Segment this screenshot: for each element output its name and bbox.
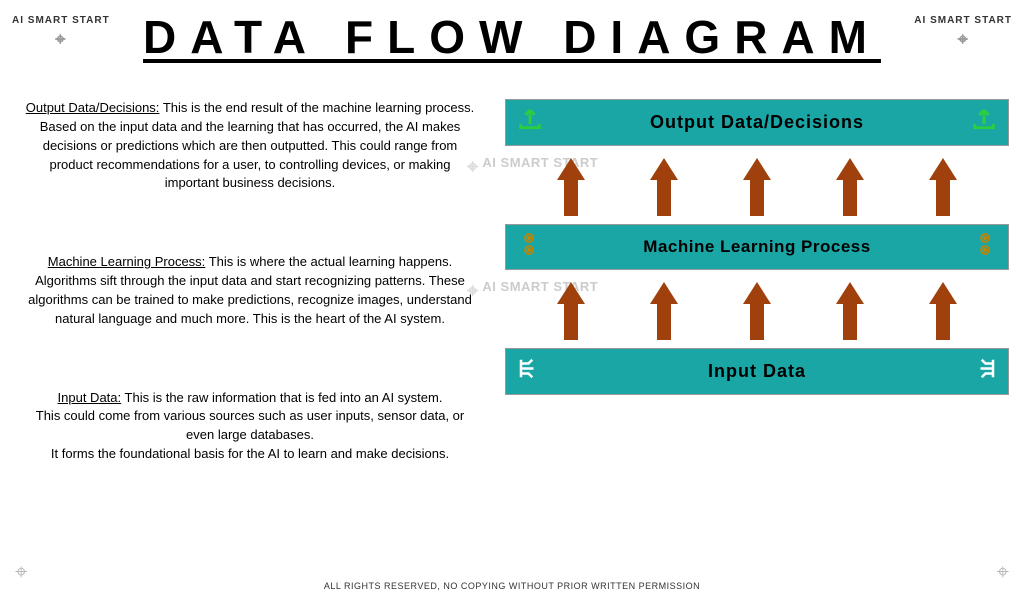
up-arrow-icon [743,158,771,180]
output-description: Output Data/Decisions: This is the end r… [15,99,485,193]
arrows-row-upper: ⌖ AI SMART START [505,146,1009,224]
brand-logo-top-right: AI SMART START ⌖ [914,15,1012,51]
output-label: Output Data/Decisions: [26,100,160,115]
descriptions-column: Output Data/Decisions: This is the end r… [15,84,485,479]
gear-icon [972,229,998,265]
input-box: Input Data [505,348,1009,395]
up-arrow-icon [929,158,957,180]
up-arrow-icon [557,282,585,304]
content-area: Output Data/Decisions: This is the end r… [0,64,1024,479]
footer-copyright: ALL RIGHTS RESERVED, NO COPYING WITHOUT … [0,581,1024,591]
diagram-column: Output Data/Decisions ⌖ AI SMART START M… [505,84,1009,479]
ml-label: Machine Learning Process: [48,254,206,269]
arrows-row-lower: ⌖ AI SMART START [505,270,1009,348]
up-arrow-icon [743,282,771,304]
input-text-1: This is the raw information that is fed … [125,390,443,405]
brand-text: AI SMART START [914,15,1012,26]
input-icon [516,353,546,390]
input-box-label: Input Data [708,361,806,382]
upload-icon [970,105,998,140]
output-box: Output Data/Decisions [505,99,1009,146]
gear-icon [516,229,542,265]
brand-logo-top-left: AI SMART START ⌖ [12,15,110,51]
input-text-2: This could come from various sources suc… [36,408,464,442]
bulb-icon: ⌖ [914,29,1012,51]
upload-icon [516,105,544,140]
up-arrow-icon [650,158,678,180]
header: AI SMART START ⌖ DATA FLOW DIAGRAM AI SM… [0,0,1024,64]
up-arrow-icon [836,158,864,180]
input-icon [968,353,998,390]
ml-box: Machine Learning Process [505,224,1009,270]
up-arrow-icon [836,282,864,304]
up-arrow-icon [650,282,678,304]
page-title: DATA FLOW DIAGRAM [143,10,881,64]
up-arrow-icon [929,282,957,304]
input-label: Input Data: [58,390,122,405]
input-description: Input Data: This is the raw information … [15,389,485,464]
input-text-3: It forms the foundational basis for the … [51,446,449,461]
output-box-label: Output Data/Decisions [650,112,864,133]
up-arrow-icon [557,158,585,180]
ml-box-label: Machine Learning Process [643,237,870,257]
ml-description: Machine Learning Process: This is where … [15,253,485,328]
brand-text: AI SMART START [12,15,110,26]
bulb-icon: ⌖ [12,29,110,51]
